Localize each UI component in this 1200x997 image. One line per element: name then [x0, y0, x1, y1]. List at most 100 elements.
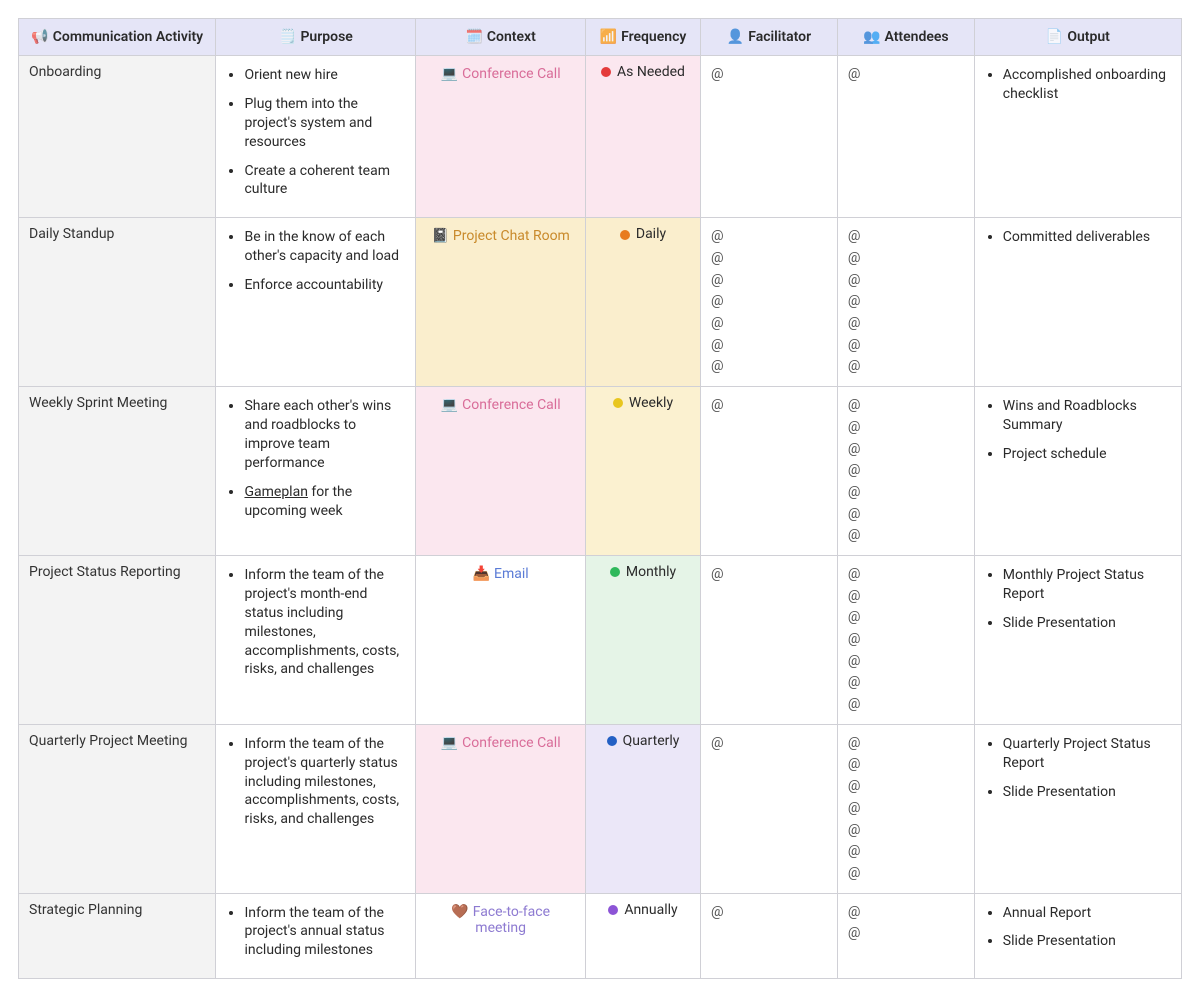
- frequency-label: Monthly: [626, 564, 676, 580]
- header-context: 🗓️Context: [416, 19, 586, 56]
- output-cell: Monthly Project Status ReportSlide Prese…: [974, 555, 1181, 724]
- purpose-item: Gameplan for the upcoming week: [244, 483, 405, 521]
- activity-cell: Project Status Reporting: [19, 555, 216, 724]
- megaphone-icon: 📢: [31, 29, 48, 45]
- purpose-item: Be in the know of each other's capacity …: [244, 228, 405, 266]
- attendees-cell: @: [837, 56, 974, 218]
- mention-placeholder: @: [848, 417, 964, 439]
- output-cell: Annual ReportSlide Presentation: [974, 893, 1181, 979]
- mention-placeholder: @: [711, 291, 827, 313]
- mention-placeholder: @: [848, 64, 964, 86]
- context-icon: 💻: [441, 66, 458, 82]
- frequency-cell: As Needed: [585, 56, 700, 218]
- mention-placeholder: @: [848, 776, 964, 798]
- document-icon: 📄: [1046, 29, 1063, 45]
- context-label: 💻Conference Call: [441, 735, 561, 751]
- context-icon: 🤎: [451, 904, 468, 920]
- context-label: 📓Project Chat Room: [431, 228, 569, 244]
- facilitator-cell: @: [701, 893, 838, 979]
- output-item: Quarterly Project Status Report: [1003, 735, 1171, 773]
- frequency-dot-icon: [613, 398, 623, 408]
- frequency-dot-icon: [608, 905, 618, 915]
- attendees-cell: @@@@@@@: [837, 724, 974, 893]
- mention-placeholder: @: [848, 733, 964, 755]
- purpose-cell: Inform the team of the project's quarter…: [216, 724, 416, 893]
- mention-placeholder: @: [848, 525, 964, 547]
- output-item: Slide Presentation: [1003, 614, 1171, 633]
- mention-placeholder: @: [848, 226, 964, 248]
- context-label: 💻Conference Call: [441, 397, 561, 413]
- mention-placeholder: @: [848, 863, 964, 885]
- purpose-cell: Inform the team of the project's month-e…: [216, 555, 416, 724]
- mention-placeholder: @: [848, 902, 964, 924]
- facilitator-cell: @@@@@@@: [701, 218, 838, 387]
- output-item: Committed deliverables: [1003, 228, 1171, 247]
- purpose-cell: Be in the know of each other's capacity …: [216, 218, 416, 387]
- mention-placeholder: @: [848, 798, 964, 820]
- person-icon: 👤: [727, 29, 744, 45]
- activity-cell: Strategic Planning: [19, 893, 216, 979]
- frequency-cell: Daily: [585, 218, 700, 387]
- context-icon: 💻: [441, 397, 458, 413]
- frequency-label: Annually: [624, 902, 677, 918]
- mention-placeholder: @: [711, 733, 827, 755]
- mention-placeholder: @: [848, 629, 964, 651]
- frequency-label: Daily: [636, 226, 666, 242]
- frequency-label: Weekly: [629, 395, 673, 411]
- table-row: Project Status ReportingInform the team …: [19, 555, 1182, 724]
- mention-placeholder: @: [711, 902, 827, 924]
- header-attendees: 👥Attendees: [837, 19, 974, 56]
- purpose-cell: Orient new hirePlug them into the projec…: [216, 56, 416, 218]
- attendees-cell: @@@@@@@: [837, 555, 974, 724]
- mention-placeholder: @: [848, 460, 964, 482]
- mention-placeholder: @: [711, 270, 827, 292]
- mention-placeholder: @: [848, 923, 964, 945]
- people-icon: 👥: [863, 29, 880, 45]
- purpose-cell: Share each other's wins and roadblocks t…: [216, 387, 416, 556]
- purpose-item: Inform the team of the project's quarter…: [244, 735, 405, 829]
- mention-placeholder: @: [711, 226, 827, 248]
- facilitator-cell: @: [701, 724, 838, 893]
- output-cell: Committed deliverables: [974, 218, 1181, 387]
- frequency-label: Quarterly: [623, 733, 680, 749]
- mention-placeholder: @: [848, 248, 964, 270]
- context-icon: 📓: [431, 228, 448, 244]
- purpose-item: Share each other's wins and roadblocks t…: [244, 397, 405, 473]
- context-cell: 💻Conference Call: [416, 56, 586, 218]
- purpose-cell: Inform the team of the project's annual …: [216, 893, 416, 979]
- mention-placeholder: @: [848, 395, 964, 417]
- header-frequency: 📶Frequency: [585, 19, 700, 56]
- output-cell: Wins and Roadblocks SummaryProject sched…: [974, 387, 1181, 556]
- mention-placeholder: @: [711, 335, 827, 357]
- mention-placeholder: @: [848, 313, 964, 335]
- facilitator-cell: @: [701, 387, 838, 556]
- purpose-item: Inform the team of the project's month-e…: [244, 566, 405, 679]
- activity-cell: Quarterly Project Meeting: [19, 724, 216, 893]
- header-row: 📢Communication Activity 🗒️Purpose 🗓️Cont…: [19, 19, 1182, 56]
- mention-placeholder: @: [711, 564, 827, 586]
- frequency-cell: Quarterly: [585, 724, 700, 893]
- activity-cell: Onboarding: [19, 56, 216, 218]
- attendees-cell: @@@@@@@: [837, 387, 974, 556]
- frequency-cell: Weekly: [585, 387, 700, 556]
- mention-placeholder: @: [848, 356, 964, 378]
- table-row: Strategic PlanningInform the team of the…: [19, 893, 1182, 979]
- mention-placeholder: @: [848, 504, 964, 526]
- mention-placeholder: @: [711, 64, 827, 86]
- context-label: 📥Email: [473, 566, 529, 582]
- context-cell: 💻Conference Call: [416, 387, 586, 556]
- context-label: 🤎Face-to-face meeting: [426, 904, 575, 936]
- attendees-cell: @@@@@@@: [837, 218, 974, 387]
- mention-placeholder: @: [711, 313, 827, 335]
- mention-placeholder: @: [848, 607, 964, 629]
- mention-placeholder: @: [848, 335, 964, 357]
- mention-placeholder: @: [848, 820, 964, 842]
- frequency-cell: Monthly: [585, 555, 700, 724]
- context-icon: 💻: [441, 735, 458, 751]
- signal-icon: 📶: [600, 29, 617, 45]
- context-cell: 💻Conference Call: [416, 724, 586, 893]
- purpose-item: Orient new hire: [244, 66, 405, 85]
- mention-placeholder: @: [848, 564, 964, 586]
- output-item: Accomplished onboarding checklist: [1003, 66, 1171, 104]
- activity-cell: Daily Standup: [19, 218, 216, 387]
